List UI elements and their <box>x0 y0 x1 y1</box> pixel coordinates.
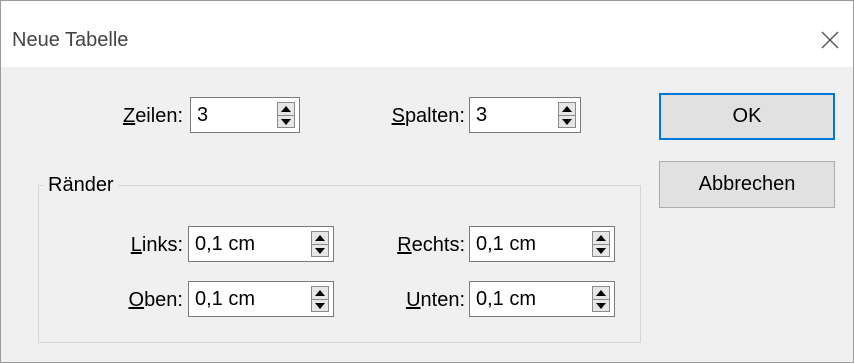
top-margin-label: Oben: <box>128 289 184 311</box>
arrow-up-icon[interactable] <box>559 103 575 115</box>
arrow-up-icon[interactable] <box>312 287 328 299</box>
left-margin-label: Links: <box>130 234 183 256</box>
close-button[interactable] <box>813 23 847 57</box>
left-margin-input[interactable] <box>189 227 305 261</box>
right-margin-label: Rechts: <box>397 234 465 256</box>
arrow-down-icon[interactable] <box>593 244 609 257</box>
close-icon <box>821 31 839 49</box>
cols-spin-buttons[interactable] <box>558 102 576 128</box>
title-bar: Neue Tabelle <box>1 1 853 67</box>
cols-spinbox[interactable] <box>469 97 581 133</box>
margins-group <box>38 185 641 343</box>
top-margin-label-rest: ben: <box>144 289 183 311</box>
rows-spin-buttons[interactable] <box>277 102 295 128</box>
rows-spinbox[interactable] <box>190 97 300 133</box>
top-margin-spin-buttons[interactable] <box>311 286 329 312</box>
cols-label: Spalten: <box>391 105 465 127</box>
cancel-button[interactable]: Abbrechen <box>659 161 835 208</box>
top-margin-input[interactable] <box>189 282 305 316</box>
right-margin-input[interactable] <box>470 227 586 261</box>
arrow-up-icon[interactable] <box>278 103 294 115</box>
right-margin-label-rest: echts: <box>411 234 465 256</box>
dialog-body: Zeilen: Spalten: Ränder Links: <box>1 67 853 362</box>
left-margin-spinbox[interactable] <box>188 226 334 262</box>
left-margin-label-rest: inks: <box>141 234 183 256</box>
cols-label-rest: palten: <box>404 105 465 127</box>
arrow-down-icon[interactable] <box>278 115 294 128</box>
cols-input[interactable] <box>470 98 552 132</box>
arrow-down-icon[interactable] <box>312 299 328 312</box>
rows-input[interactable] <box>191 98 271 132</box>
right-margin-spinbox[interactable] <box>469 226 615 262</box>
top-margin-spinbox[interactable] <box>188 281 334 317</box>
arrow-up-icon[interactable] <box>593 232 609 244</box>
dialog-window: Neue Tabelle Zeilen: Spalten: <box>0 0 854 363</box>
arrow-up-icon[interactable] <box>593 287 609 299</box>
arrow-down-icon[interactable] <box>593 299 609 312</box>
margins-group-title: Ränder <box>44 173 118 197</box>
bottom-margin-label: Unten: <box>406 289 465 311</box>
right-margin-spin-buttons[interactable] <box>592 231 610 257</box>
bottom-margin-spin-buttons[interactable] <box>592 286 610 312</box>
arrow-down-icon[interactable] <box>559 115 575 128</box>
rows-label-rest: eilen: <box>135 105 183 127</box>
arrow-down-icon[interactable] <box>312 244 328 257</box>
bottom-margin-label-rest: nten: <box>420 289 465 311</box>
dialog-title: Neue Tabelle <box>12 29 129 51</box>
arrow-up-icon[interactable] <box>312 232 328 244</box>
bottom-margin-input[interactable] <box>470 282 586 316</box>
left-margin-spin-buttons[interactable] <box>311 231 329 257</box>
ok-button[interactable]: OK <box>659 93 835 140</box>
bottom-margin-spinbox[interactable] <box>469 281 615 317</box>
rows-label: Zeilen: <box>122 105 183 127</box>
